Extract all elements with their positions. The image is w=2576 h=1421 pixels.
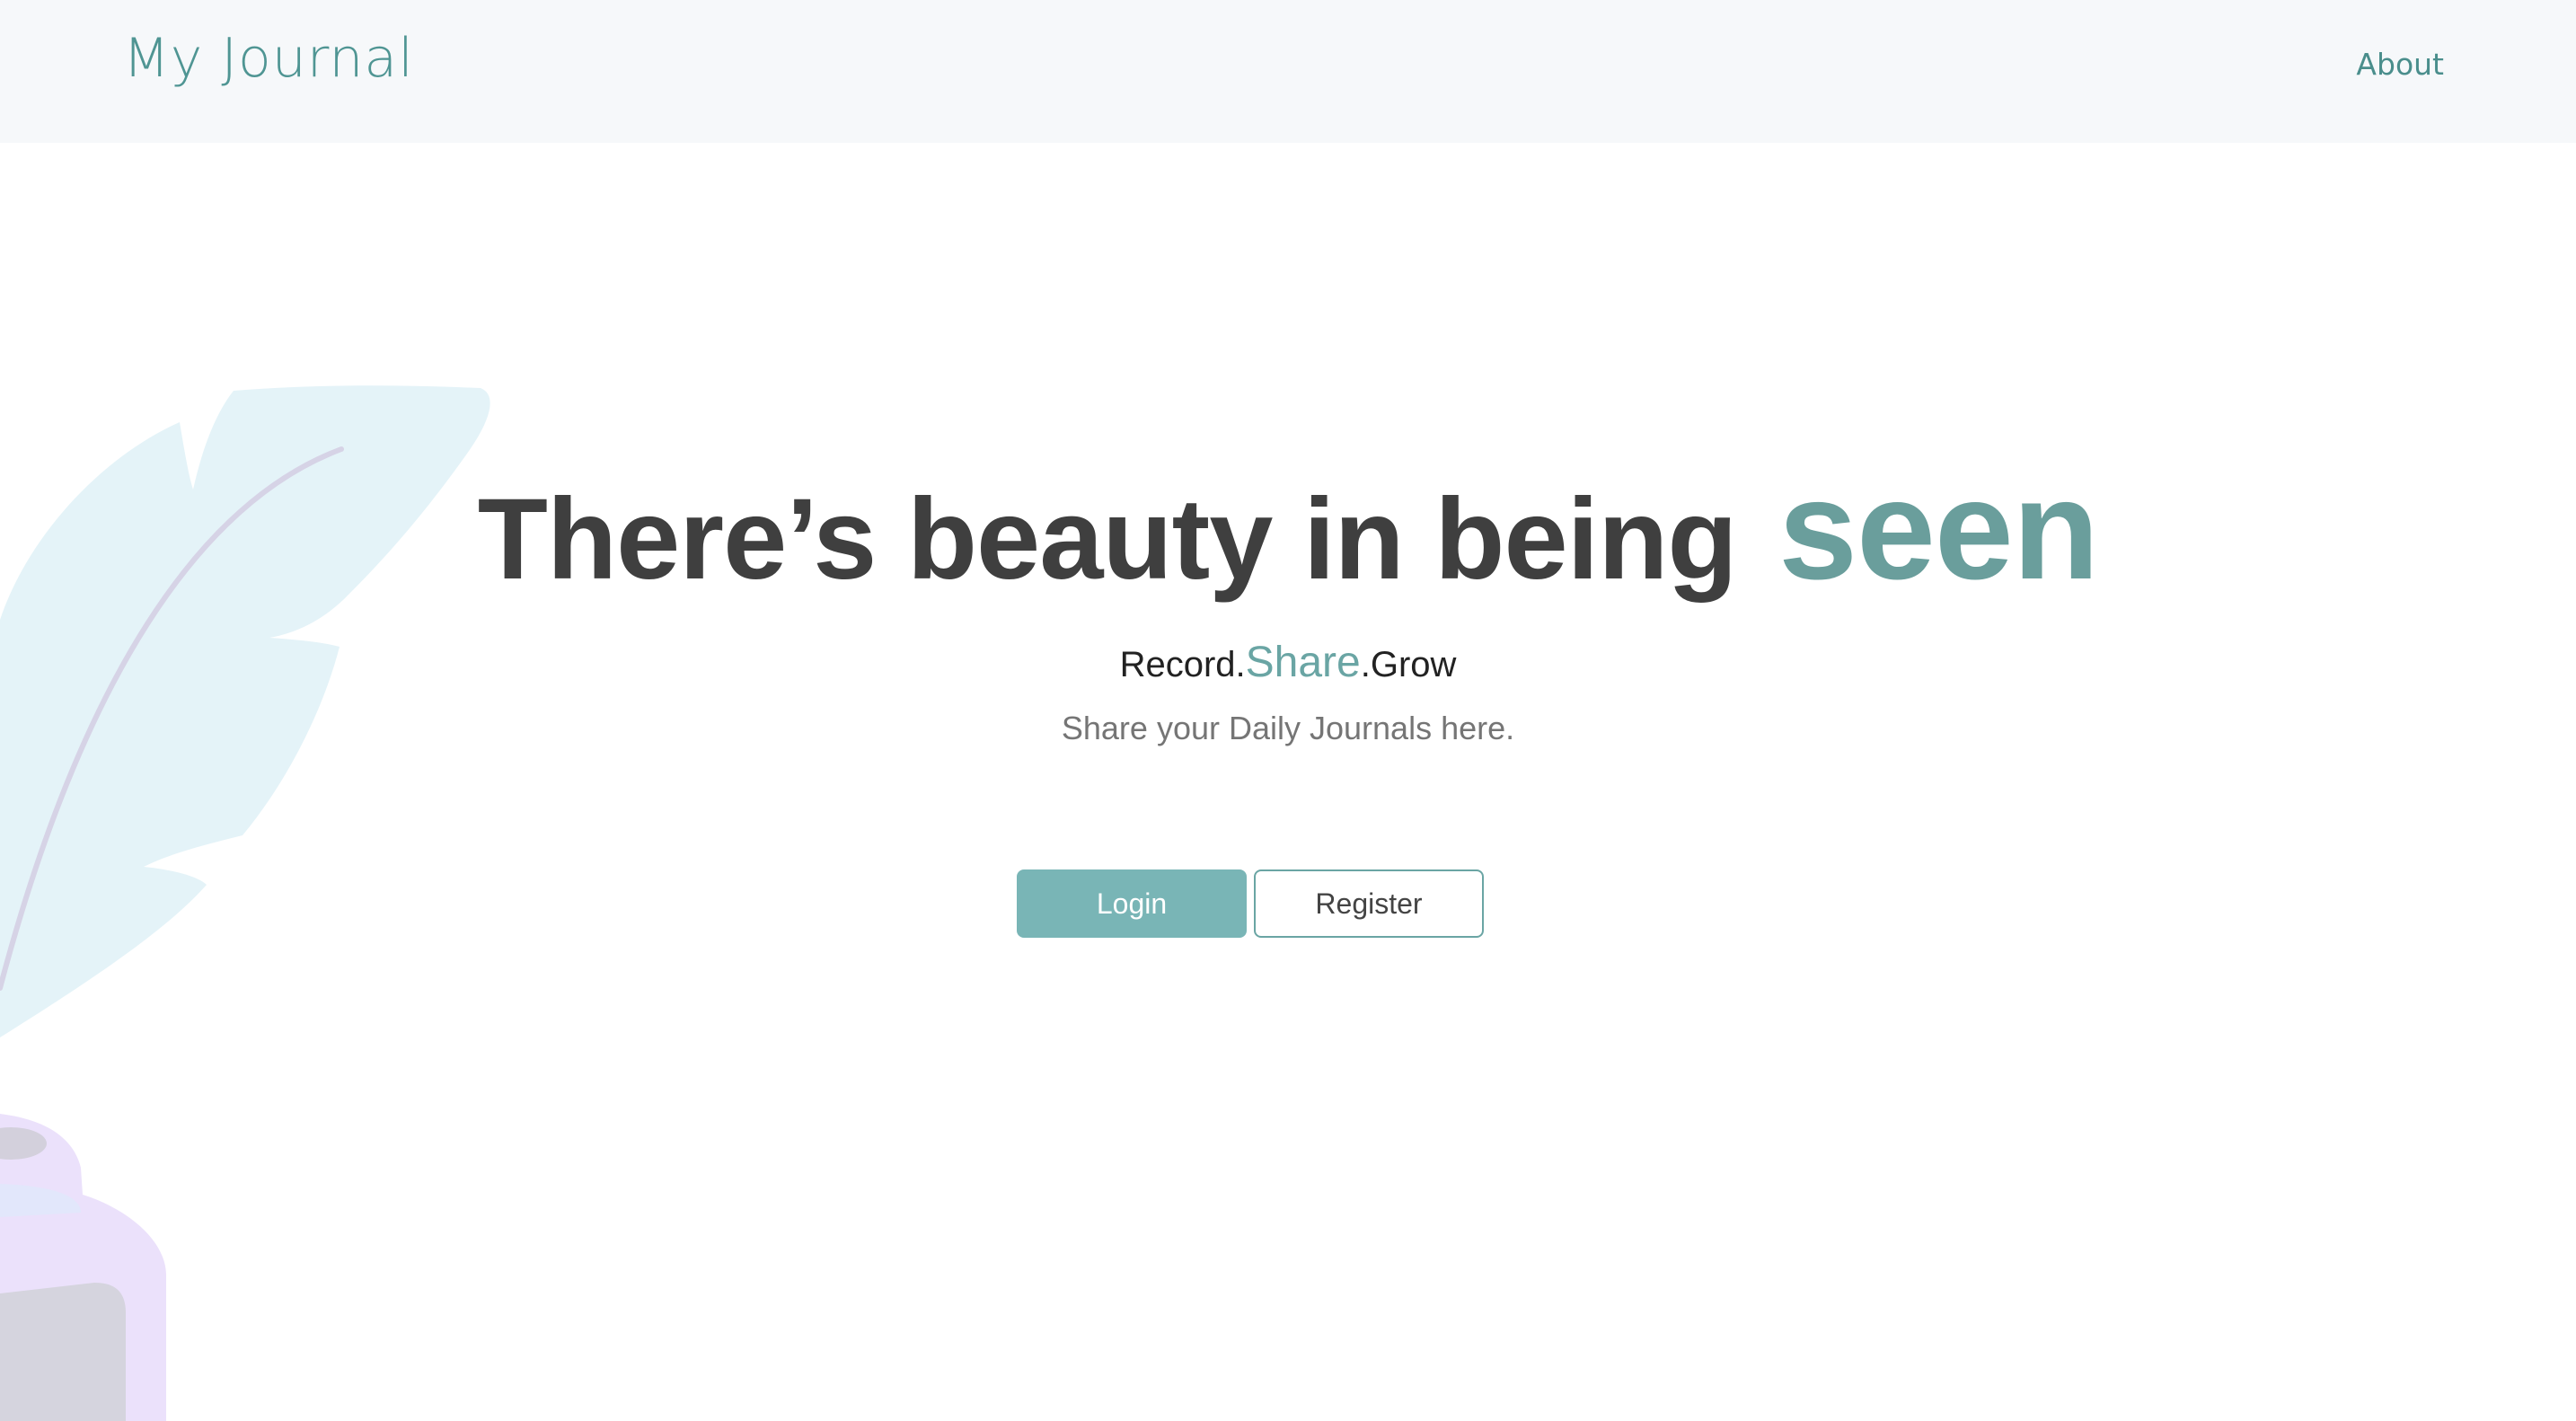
hero-headline: There’s beauty in being seen — [0, 449, 2576, 612]
tagline-record: Record. — [1119, 645, 1246, 684]
login-button[interactable]: Login — [1017, 869, 1247, 938]
headline-accent: seen — [1778, 451, 2099, 609]
navbar: My Journal About — [0, 0, 2576, 143]
register-button[interactable]: Register — [1254, 869, 1484, 938]
tagline-grow: .Grow — [1360, 645, 1457, 684]
brand-logo[interactable]: My Journal — [123, 27, 414, 90]
tagline-share: Share — [1245, 639, 1361, 686]
nav-link-about[interactable]: About — [2356, 47, 2444, 82]
tagline: Record.Share.Grow — [0, 638, 2576, 687]
hero-subtext: Share your Daily Journals here. — [1061, 710, 1515, 746]
inkpot-icon — [0, 1114, 166, 1421]
headline-main: There’s beauty in being — [477, 475, 1738, 604]
